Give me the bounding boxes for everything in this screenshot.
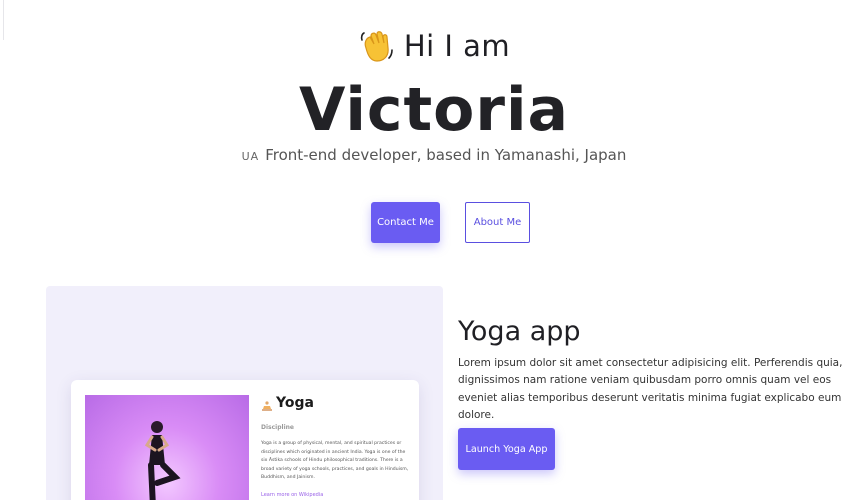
project-description: Lorem ipsum dolor sit amet consectetur a… — [458, 357, 843, 421]
hero-name: Victoria — [298, 75, 570, 145]
subtitle-text: Front-end developer, based in Yamanashi,… — [265, 146, 627, 164]
preview-description: Yoga is a group of physical, mental, and… — [261, 441, 409, 480]
hero-subtitle: UA Front-end developer, based in Yamanas… — [0, 146, 868, 164]
launch-yoga-app-button[interactable]: Launch Yoga App — [458, 428, 555, 470]
flag-badge: UA — [241, 150, 260, 163]
yoga-pose-photo — [85, 395, 249, 500]
lotus-icon — [261, 397, 273, 411]
preview-brand: Yoga — [261, 395, 314, 411]
preview-title: Yoga — [276, 395, 314, 411]
project-title: Yoga app — [458, 316, 581, 347]
waving-hand-icon — [358, 28, 394, 64]
greeting-text: Hi I am — [403, 29, 511, 63]
greeting: Hi I am — [0, 28, 868, 64]
contact-me-button[interactable]: Contact Me — [371, 202, 440, 243]
preview-section-heading: Discipline — [261, 424, 294, 431]
about-me-button[interactable]: About Me — [465, 202, 530, 243]
yoga-app-screenshot: Yoga Discipline Yoga is a group of physi… — [71, 380, 419, 500]
preview-wikipedia-link: Learn more on Wikipedia — [261, 492, 324, 498]
project-preview-card: Yoga Discipline Yoga is a group of physi… — [46, 286, 443, 500]
